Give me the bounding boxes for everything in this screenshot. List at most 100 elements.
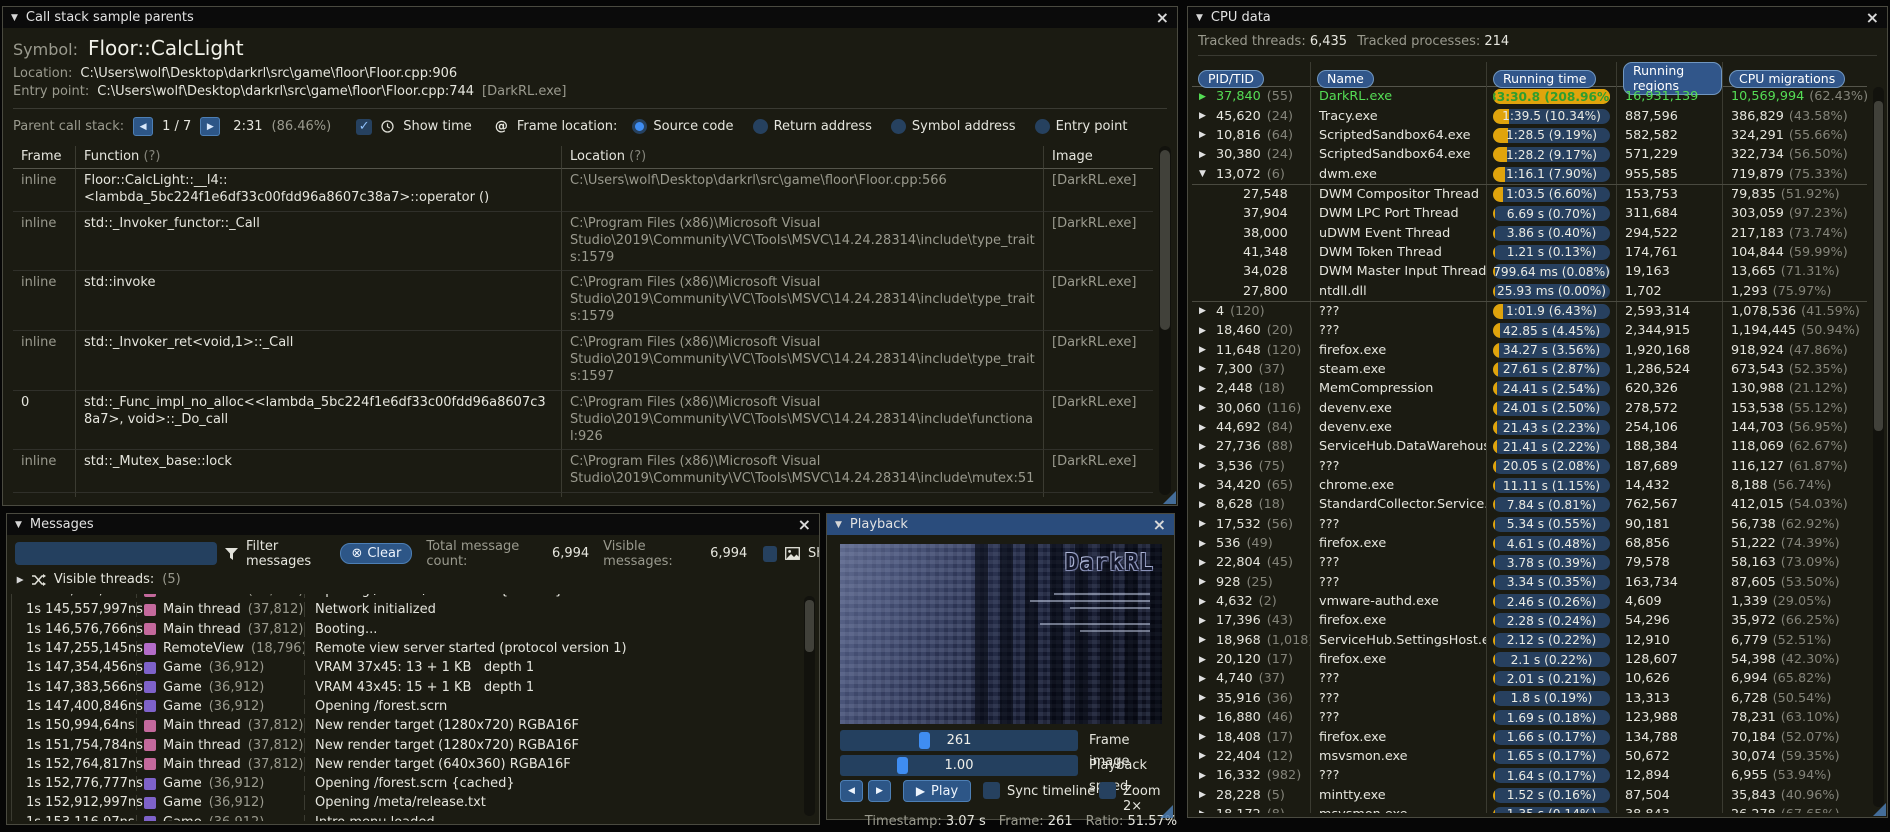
callstack-titlebar[interactable]: ▼ Call stack sample parents × [3,7,1177,28]
callstack-frame-row[interactable]: inline std::invoke C:\Program Files (x86… [13,271,1153,332]
show-time-checkbox[interactable]: ✓ [356,118,373,135]
callstack-frame-row[interactable]: inline Floor::CalcLight::__l4::<lambda_5… [13,169,1153,212]
callstack-frame-row[interactable]: inline std::_Invoker_ret<void,1>::_Call … [13,331,1153,391]
cpu-process-row[interactable]: 34,028 DWM Master Input Thread 799.64 ms… [1192,262,1867,282]
collapse-icon[interactable]: ▼ [835,520,842,530]
cpu-process-row[interactable]: ▶ 22,804 (45) ??? 3.78 s (0.39%) 79,578 58… [1192,553,1867,573]
resize-grip[interactable] [1163,491,1176,504]
expand-arrow-icon[interactable]: ▼ [1199,169,1210,179]
next-stack-button[interactable]: ▶ [200,117,221,136]
expand-arrow-icon[interactable]: ▶ [1199,442,1210,452]
cpu-process-row[interactable]: 37,904 DWM LPC Port Thread 6.69 s (0.70%… [1192,204,1867,224]
resize-grip[interactable] [1873,803,1886,816]
playback-speed-slider[interactable]: 1.00 [840,755,1078,776]
message-row[interactable]: 1s 151,754,784ns Main thread (37,812) Ne… [12,735,799,754]
expand-arrow-icon[interactable]: ▶ [1199,403,1210,413]
show-images-checkbox[interactable]: ✓ [763,545,777,562]
radio-return-address[interactable] [752,119,768,134]
expand-arrow-icon[interactable]: ▶ [1199,732,1210,742]
cpu-process-row[interactable]: ▶ 4,632 (2) vmware-authd.exe 2.46 s (0.26%… [1192,591,1867,612]
message-row[interactable]: 1s 147,383,566ns Game (36,912) VRAM 43x4… [12,677,799,696]
cpu-process-row[interactable]: ▶ 11,648 (120) firefox.exe 34.27 s (3.56%)… [1192,340,1867,360]
cpu-process-row[interactable]: ▶ 7,300 (37) steam.exe 27.61 s (2.87%) 1,2… [1192,359,1867,380]
cpu-process-row[interactable]: 38,000 uDWM Event Thread 3.86 s (0.40%) … [1192,223,1867,243]
messages-titlebar[interactable]: ▼ Messages × [7,514,819,535]
cpu-process-row[interactable]: ▶ 18,460 (20) ??? 42.85 s (4.45%) 2,344,91… [1192,321,1867,341]
message-row[interactable]: 1s 150,994,64ns Main thread (37,812) New… [12,716,799,735]
message-row[interactable]: 1s 147,400,846ns Game (36,912) Opening /… [12,697,799,716]
expand-arrow-icon[interactable]: ▶ [1199,306,1210,316]
cpu-process-row[interactable]: ▶ 30,380 (24) ScriptedSandbox64.exe 1:28.2… [1192,145,1867,165]
message-row[interactable]: 1s 147,255,145ns RemoteView (18,796) Rem… [12,639,799,658]
cpu-process-row[interactable]: 41,348 DWM Token Thread 1.21 s (0.13%) 1… [1192,242,1867,263]
expand-arrow-icon[interactable]: ▶ [1199,130,1210,140]
expand-arrow-icon[interactable]: ▶ [1199,519,1210,529]
cpu-process-row[interactable]: ▼ 13,072 (6) dwm.exe 1:16.1 (7.90%) 955,58… [1192,164,1867,184]
cpu-process-row[interactable]: ▶ 27,736 (88) ServiceHub.DataWarehouseHost… [1192,437,1867,457]
collapse-icon[interactable]: ▼ [15,520,22,530]
expand-arrow-icon[interactable]: ▶ [1199,558,1210,568]
cpu-process-row[interactable]: ▶ 2,448 (18) MemCompression 24.41 s (2.54%… [1192,379,1867,399]
cpu-process-row[interactable]: ▶ 37,840 (55) DarkRL.exe 33:30.8 (208.96%)… [1192,87,1867,107]
expand-arrow-icon[interactable]: ▶ [1199,597,1210,607]
radio-label[interactable]: Source code [653,119,733,134]
message-row[interactable]: 1s 152,776,777ns Game (36,912) Opening /… [12,774,799,793]
callstack-frame-row[interactable]: inline std::_Invoker_functor::_Call C:\P… [13,211,1153,272]
radio-label[interactable]: Symbol address [912,119,1016,134]
cpu-process-row[interactable]: ▶ 16,332 (982) ??? 1.64 s (0.17%) 12,894 6… [1192,766,1867,786]
cpu-process-row[interactable]: ▶ 10,816 (64) ScriptedSandbox64.exe 1:28.5… [1192,125,1867,146]
message-row[interactable]: 1s 145,557,997ns Main thread (37,812) Ne… [12,600,799,619]
callstack-frame-row[interactable]: inline std::_Mutex_base::lock C:\Program… [13,450,1153,494]
cpu-process-row[interactable]: ▶ 18,968 (1,018) ServiceHub.SettingsHost.e… [1192,630,1867,650]
expand-arrow-icon[interactable]: ▶ [1199,693,1210,703]
cpu-process-row[interactable]: ▶ 536 (49) firefox.exe 4.61 s (0.48%) 68,8… [1192,533,1867,554]
expand-arrow-icon[interactable]: ▶ [1199,384,1210,394]
expand-arrow-icon[interactable]: ▶ [1199,635,1210,645]
cpu-process-row[interactable]: ▶ 30,060 (116) devenv.exe 24.01 s (2.50%) … [1192,398,1867,418]
cpu-process-row[interactable]: ▶ 18,408 (17) firefox.exe 1.66 s (0.17%) 1… [1192,727,1867,747]
expand-arrow-icon[interactable]: ▶ [1199,326,1210,336]
cpu-titlebar[interactable]: ▼ CPU data × [1188,7,1887,28]
cpu-process-row[interactable]: ▶ 22,404 (12) msvsmon.exe 1.65 s (0.17%) 5… [1192,746,1867,767]
expand-arrow-icon[interactable]: ▶ [1199,674,1210,684]
close-icon[interactable]: × [1156,9,1169,26]
expand-arrow-icon[interactable]: ▶ [1199,713,1210,723]
visible-threads-label[interactable]: Visible threads: [54,572,154,587]
zoom-2x-checkbox[interactable] [1099,782,1116,799]
close-icon[interactable]: × [1866,9,1879,26]
expand-arrow-icon[interactable]: ▶ [1199,655,1210,665]
sort-cpu-migrations-button[interactable]: CPU migrations [1729,69,1846,88]
cpu-process-row[interactable]: ▶ 17,532 (56) ??? 5.34 s (0.55%) 90,181 56… [1192,514,1867,534]
filter-input[interactable] [15,542,217,565]
clear-button[interactable]: ⊗ Clear [340,543,413,564]
expand-arrow-icon[interactable]: ▶ [1199,809,1210,813]
callstack-frame-row[interactable]: 0 std::_Func_impl_no_alloc<<lambda_5bc22… [13,390,1153,451]
cpu-process-row[interactable]: ▶ 16,880 (46) ??? 1.69 s (0.18%) 123,988 7… [1192,708,1867,728]
cpu-process-row[interactable]: ▶ 28,228 (5) mintty.exe 1.52 s (0.16%) 87,… [1192,785,1867,805]
cpu-process-row[interactable]: ▶ 18,172 (8) msvsmon.exe 1.35 s (0.14%) 38… [1192,804,1867,813]
expand-arrow-icon[interactable]: ▶ [1199,771,1210,781]
radio-symbol-address[interactable] [890,119,906,134]
close-icon[interactable]: × [798,516,811,533]
frame-image-slider[interactable]: 261 [840,730,1078,751]
expand-arrow-icon[interactable]: ▶ [1199,92,1210,102]
cpu-process-row[interactable]: ▶ 35,916 (36) ??? 1.8 s (0.19%) 13,313 6,7… [1192,688,1867,708]
message-row[interactable]: 1s 153,116,97ns Game (36,912) Intro menu… [12,813,799,821]
prev-stack-button[interactable]: ◀ [133,117,154,136]
sync-timeline-checkbox[interactable] [983,782,1000,799]
cpu-process-row[interactable]: ▶ 3,536 (75) ??? 20.05 s (2.08%) 187,689 1… [1192,456,1867,476]
cpu-process-row[interactable]: 27,548 DWM Compositor Thread 1:03.5 (6.6… [1192,183,1867,205]
radio-label[interactable]: Entry point [1056,119,1128,134]
message-row[interactable]: 1s 146,576,766ns Main thread (37,812) Bo… [12,620,799,639]
expand-arrow-icon[interactable]: ▶ [1199,500,1210,510]
message-row[interactable]: 1s 152,764,817ns Main thread (37,812) Ne… [12,755,799,774]
message-row[interactable]: 1s 147,354,456ns Game (36,912) VRAM 37x4… [12,658,799,677]
expand-arrow-icon[interactable]: ▶ [1199,616,1210,626]
expand-arrow-icon[interactable]: ▶ [1199,481,1210,491]
scrollbar-thumb[interactable] [805,600,814,652]
playback-titlebar[interactable]: ▼ Playback × [827,514,1174,535]
message-row[interactable]: 1s 152,912,997ns Game (36,912) Opening /… [12,793,799,812]
cpu-process-row[interactable]: ▶ 8,628 (18) StandardCollector.Service.exe… [1192,495,1867,515]
scrollbar-thumb[interactable] [1874,101,1883,431]
expand-arrow-icon[interactable]: ▶ [1199,790,1210,800]
